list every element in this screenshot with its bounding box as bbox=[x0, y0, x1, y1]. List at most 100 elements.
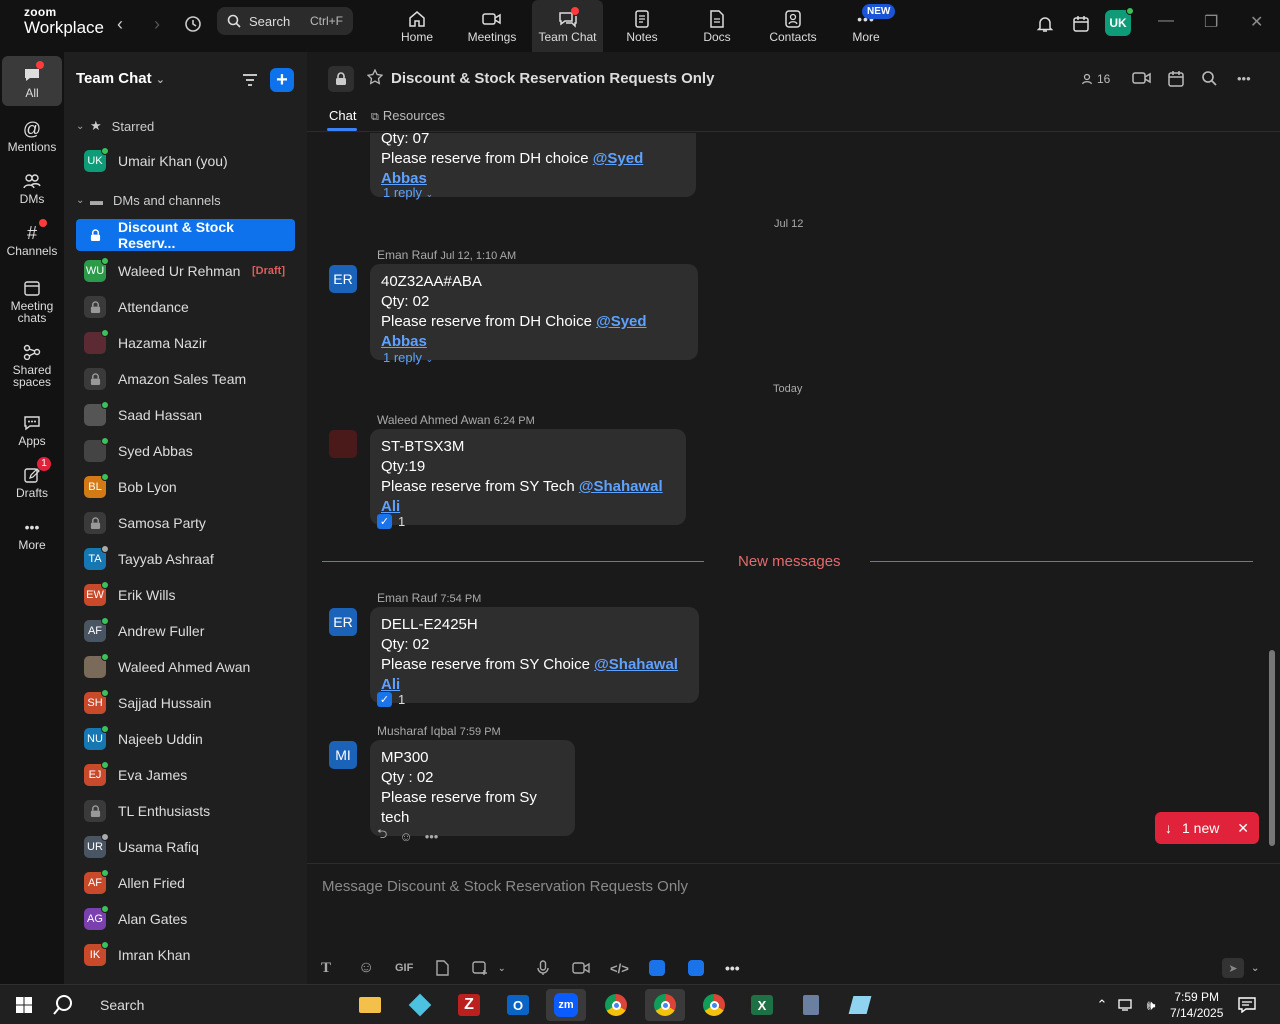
section-dms-channels[interactable]: ⌄ ▬ DMs and channels bbox=[76, 189, 221, 211]
format-text-icon[interactable]: T bbox=[321, 958, 331, 978]
file-explorer-icon[interactable] bbox=[350, 989, 390, 1021]
avatar[interactable]: ER bbox=[329, 265, 357, 293]
windows-start-icon[interactable] bbox=[4, 989, 44, 1021]
reply-link[interactable]: 1 reply ⌄ bbox=[383, 350, 433, 365]
app-shortcut-icon[interactable] bbox=[649, 958, 665, 978]
sidebar-item[interactable]: EJ Eva James bbox=[76, 759, 295, 791]
sidebar-item[interactable]: AF Andrew Fuller bbox=[76, 615, 295, 647]
filezilla-icon[interactable]: Z bbox=[449, 989, 489, 1021]
zoom-taskbar-icon[interactable]: zm bbox=[546, 989, 586, 1021]
sidebar-item[interactable]: BL Bob Lyon bbox=[76, 471, 295, 503]
microphone-icon[interactable] bbox=[537, 958, 549, 978]
sidebar-item[interactable]: AG Alan Gates bbox=[76, 903, 295, 935]
sidebar-item[interactable]: IK Imran Khan bbox=[76, 939, 295, 971]
excel-icon[interactable]: X bbox=[742, 989, 782, 1021]
sidebar-item[interactable]: TL Enthusiasts bbox=[76, 795, 295, 827]
rail-dms[interactable]: DMs bbox=[2, 162, 62, 212]
more-options-icon[interactable]: ••• bbox=[1237, 71, 1251, 86]
zoom-app-icon[interactable] bbox=[688, 958, 704, 978]
minimize-icon[interactable]: — bbox=[1158, 12, 1174, 30]
sidebar-item[interactable]: NU Najeeb Uddin bbox=[76, 723, 295, 755]
close-icon[interactable]: ✕ bbox=[1237, 820, 1249, 837]
reaction-checkmark[interactable]: ✓ 1 bbox=[377, 514, 405, 529]
reply-link[interactable]: 1 reply ⌄ bbox=[383, 185, 433, 200]
feed-scrollbar[interactable] bbox=[1269, 650, 1275, 846]
rail-all[interactable]: All bbox=[2, 56, 62, 106]
rail-more[interactable]: ••• More bbox=[2, 508, 62, 558]
message-bubble[interactable]: DELL-E2425H Qty: 02 Please reserve from … bbox=[370, 607, 699, 703]
maximize-icon[interactable]: ❐ bbox=[1204, 12, 1218, 32]
taskbar-clock[interactable]: 7:59 PM 7/14/2025 bbox=[1170, 989, 1223, 1021]
sidebar-item[interactable]: Syed Abbas bbox=[76, 435, 295, 467]
tab-notes[interactable]: Notes bbox=[618, 0, 666, 52]
tab-home[interactable]: Home bbox=[386, 0, 448, 52]
bell-icon[interactable] bbox=[1033, 12, 1057, 36]
message-input[interactable] bbox=[322, 874, 1222, 898]
sidebar-item[interactable]: WU Waleed Ur Rehman [Draft] bbox=[76, 255, 295, 287]
forward-arrow-icon[interactable]: › bbox=[145, 12, 169, 36]
search-box[interactable]: Search Ctrl+F bbox=[217, 7, 353, 35]
filter-icon[interactable] bbox=[238, 68, 262, 92]
emoji-icon[interactable]: ☺ bbox=[358, 958, 374, 978]
chevron-down-icon[interactable]: ⌄ bbox=[498, 963, 506, 974]
calendar-icon[interactable] bbox=[1167, 70, 1185, 93]
sidebar-item[interactable]: EW Erik Wills bbox=[76, 579, 295, 611]
gif-button[interactable]: GIF bbox=[395, 958, 413, 978]
more-actions-icon[interactable]: ••• bbox=[425, 829, 439, 844]
avatar[interactable]: ER bbox=[329, 608, 357, 636]
sidebar-item[interactable]: AF Allen Fried bbox=[76, 867, 295, 899]
sidebar-item[interactable]: TA Tayyab Ashraaf bbox=[76, 543, 295, 575]
send-options-chevron-icon[interactable]: ⌄ bbox=[1251, 958, 1259, 978]
calculator-icon[interactable] bbox=[791, 989, 831, 1021]
avatar[interactable] bbox=[329, 430, 357, 458]
chrome-alt-icon[interactable] bbox=[694, 989, 734, 1021]
more-tools-icon[interactable]: ••• bbox=[725, 958, 740, 978]
tab-contacts[interactable]: Contacts bbox=[764, 0, 822, 52]
sidebar-item[interactable]: Hazama Nazir bbox=[76, 327, 295, 359]
reaction-checkmark[interactable]: ✓ 1 bbox=[377, 692, 405, 707]
search-icon[interactable] bbox=[1201, 70, 1217, 91]
avatar[interactable]: MI bbox=[329, 741, 357, 769]
message-bubble[interactable]: MP300 Qty : 02 Please reserve from Sy te… bbox=[370, 740, 575, 836]
sidebar-item[interactable]: Waleed Ahmed Awan bbox=[76, 651, 295, 683]
sidebar-item[interactable]: SH Sajjad Hussain bbox=[76, 687, 295, 719]
rail-shared-spaces[interactable]: Shared spaces bbox=[2, 336, 62, 392]
tab-chat[interactable]: Chat bbox=[329, 108, 356, 123]
screenshot-icon[interactable]: ⌄ bbox=[472, 958, 506, 978]
app-diamond-icon[interactable] bbox=[400, 989, 440, 1021]
tray-chevron-up-icon[interactable]: ⌃ bbox=[1090, 989, 1114, 1021]
sidebar-item[interactable]: UR Usama Rafiq bbox=[76, 831, 295, 863]
section-starred[interactable]: ⌄ ★ Starred bbox=[76, 115, 154, 137]
volume-icon[interactable]: 🕪 bbox=[1138, 989, 1164, 1021]
tab-team-chat[interactable]: Team Chat bbox=[532, 0, 603, 52]
outlook-icon[interactable]: O bbox=[498, 989, 538, 1021]
sidebar-item[interactable]: Saad Hassan bbox=[76, 399, 295, 431]
rail-apps[interactable]: Apps bbox=[2, 404, 62, 454]
tab-meetings[interactable]: Meetings bbox=[462, 0, 522, 52]
sidebar-item-umair-khan[interactable]: UK Umair Khan (you) bbox=[76, 145, 295, 177]
tab-resources[interactable]: ⧉ Resources bbox=[371, 108, 445, 124]
chrome-icon[interactable] bbox=[596, 989, 636, 1021]
code-snippet-icon[interactable]: </> bbox=[610, 958, 629, 978]
channel-title[interactable]: Discount & Stock Reservation Requests On… bbox=[391, 70, 714, 87]
star-outline-icon[interactable] bbox=[366, 68, 384, 90]
rail-drafts[interactable]: 1 Drafts bbox=[2, 456, 62, 506]
video-message-icon[interactable] bbox=[572, 958, 590, 978]
message-bubble[interactable]: 40Z32AA#ABA Qty: 02 Please reserve from … bbox=[370, 264, 698, 360]
emoji-react-icon[interactable]: ☺ bbox=[399, 829, 412, 844]
tab-docs[interactable]: Docs bbox=[694, 0, 740, 52]
members-count[interactable]: 16 bbox=[1081, 72, 1110, 86]
close-icon[interactable]: ✕ bbox=[1250, 12, 1263, 32]
sidebar-item[interactable]: Discount & Stock Reserv... bbox=[76, 219, 295, 251]
file-icon[interactable] bbox=[435, 958, 449, 978]
rail-channels[interactable]: # Channels bbox=[2, 214, 62, 264]
send-icon[interactable]: ➤ bbox=[1222, 958, 1244, 978]
calendar-top-icon[interactable] bbox=[1069, 12, 1093, 36]
reply-thread-icon[interactable]: ⮌ bbox=[377, 825, 387, 847]
jump-new-button[interactable]: ↓ 1 new ✕ bbox=[1155, 812, 1259, 844]
sidebar-item[interactable]: Amazon Sales Team bbox=[76, 363, 295, 395]
network-icon[interactable] bbox=[1114, 989, 1138, 1021]
rail-meeting-chats[interactable]: Meeting chats bbox=[2, 272, 62, 328]
rail-mentions[interactable]: @ Mentions bbox=[2, 110, 62, 160]
message-bubble[interactable]: ST-BTSX3M Qty:19 Please reserve from SY … bbox=[370, 429, 686, 525]
